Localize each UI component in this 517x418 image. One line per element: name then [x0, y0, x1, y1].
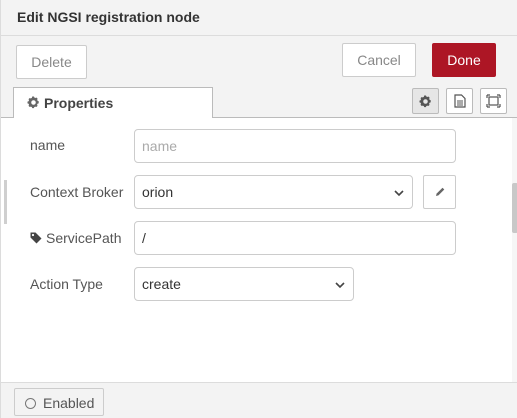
document-icon [453, 94, 466, 108]
action-type-value: create [142, 276, 181, 292]
tab-appearance-button[interactable] [480, 88, 507, 114]
pencil-icon [435, 187, 444, 196]
context-broker-select[interactable]: orion [134, 175, 413, 209]
name-label: name [30, 137, 66, 153]
action-type-select[interactable]: create [134, 267, 354, 301]
tray-footer: Enabled [1, 382, 517, 418]
frame-icon [486, 94, 501, 108]
edit-broker-button[interactable] [423, 175, 456, 209]
tag-icon [30, 232, 42, 244]
tab-properties[interactable]: Properties [13, 87, 213, 119]
resize-handle[interactable] [4, 180, 7, 224]
properties-panel: name name Context Broker orion ServicePa… [1, 118, 517, 382]
context-broker-label: Context Broker [30, 184, 124, 200]
enabled-label: Enabled [43, 395, 95, 411]
tray-toolbar: Delete Cancel Done [1, 36, 517, 84]
tray-title: Edit NGSI registration node [1, 0, 517, 36]
done-button[interactable]: Done [432, 43, 496, 77]
scrollbar-track[interactable] [512, 118, 517, 382]
gear-icon [419, 94, 431, 107]
tab-properties-label: Properties [44, 95, 114, 111]
chevron-down-icon [394, 190, 404, 197]
service-path-value: / [142, 230, 146, 246]
service-path-input[interactable]: / [134, 221, 456, 255]
service-path-label: ServicePath [30, 230, 121, 246]
delete-button[interactable]: Delete [16, 45, 87, 79]
cancel-button[interactable]: Cancel [342, 43, 416, 77]
name-input-placeholder: name [142, 138, 178, 154]
tab-description-button[interactable] [446, 88, 473, 114]
chevron-down-icon [335, 282, 345, 289]
name-input[interactable]: name [134, 129, 456, 163]
tab-settings-button[interactable] [412, 88, 439, 114]
service-path-label-text: ServicePath [46, 230, 122, 246]
gear-icon [27, 96, 39, 109]
tab-bar: Properties [1, 84, 517, 119]
enabled-toggle[interactable]: Enabled [14, 388, 104, 416]
circle-icon [25, 398, 36, 409]
edit-node-tray: Edit NGSI registration node Delete Cance… [0, 0, 517, 418]
scrollbar-thumb[interactable] [512, 183, 517, 233]
action-type-label: Action Type [30, 276, 103, 292]
context-broker-value: orion [142, 184, 174, 200]
